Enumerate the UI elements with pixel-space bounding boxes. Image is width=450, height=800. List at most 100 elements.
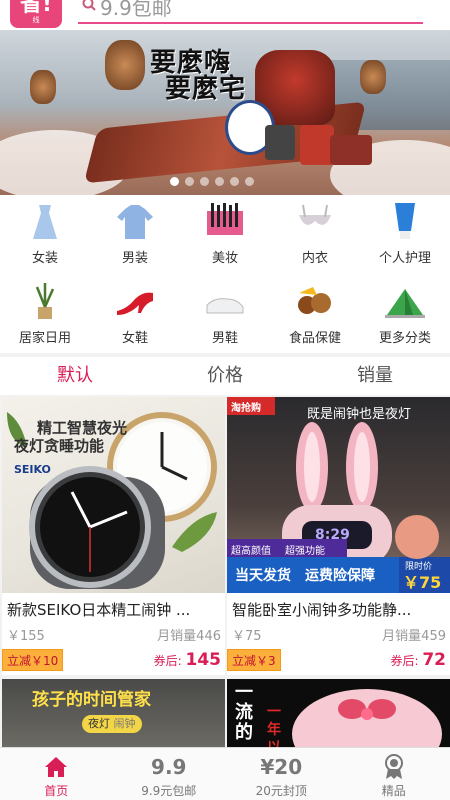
tag-label: 夜灯 闹钟 — [82, 715, 142, 733]
product-card[interactable]: 一 流 的 一年 以 — [227, 679, 450, 747]
category-item[interactable]: 男装 — [90, 195, 180, 273]
nav-twenty-yuan[interactable]: ¥20 20元封顶 — [225, 748, 338, 800]
plant-pot-icon — [35, 283, 55, 319]
nav-premium[interactable]: 精品 — [338, 748, 450, 800]
category-item[interactable]: 居家日用 — [0, 275, 90, 353]
category-item[interactable]: 女鞋 — [90, 275, 180, 353]
category-item[interactable]: 男鞋 — [180, 275, 270, 353]
sort-tabs: 默认 价格 销量 — [0, 357, 450, 395]
product-card[interactable]: 既是闹钟也是夜灯 淘抢购 8:29 超高颜值 超强功能 当天发货 运费险保障 限… — [227, 397, 450, 675]
category-item[interactable]: 个人护理 — [360, 195, 450, 273]
product-card[interactable]: 精工智慧夜光 夜灯贪睡功能 SEIKO 新款SEIKO日本精工闹钟 ... ￥1… — [2, 397, 225, 675]
nine-nine-icon: 9.9 — [151, 755, 187, 779]
carousel-dot[interactable] — [245, 177, 254, 186]
top-bar: 省! 线 9.9包邮 — [0, 0, 450, 30]
product-image[interactable]: 既是闹钟也是夜灯 淘抢购 8:29 超高颜值 超强功能 当天发货 运费险保障 限… — [227, 397, 450, 593]
category-item[interactable]: 食品保健 — [270, 275, 360, 353]
app-logo[interactable]: 省! 线 — [10, 0, 62, 28]
category-item[interactable]: 女装 — [0, 195, 90, 273]
nav-home[interactable]: 首页 — [0, 748, 113, 800]
category-item[interactable]: 美妆 — [180, 195, 270, 273]
tag-alarm: 闹钟 — [113, 717, 136, 730]
after-coupon-price: 券后: 72 — [390, 649, 446, 672]
high-heel-icon — [117, 292, 153, 315]
category-label: 个人护理 — [378, 251, 431, 266]
carousel-dot[interactable] — [215, 177, 224, 186]
product-name[interactable]: 智能卧室小闹钟多功能静... — [232, 599, 444, 620]
product-image[interactable]: 精工智慧夜光 夜灯贪睡功能 SEIKO — [2, 397, 225, 593]
category-grid: 女装 男装 美妆 内衣 个人护理居家日用 女鞋 男鞋 食品保健 更多分类 — [0, 195, 450, 353]
product-sales: 月销量446 — [157, 629, 221, 644]
category-item[interactable]: 更多分类 — [360, 275, 450, 353]
product-image-caption: 孩子的时间管家 — [32, 690, 151, 710]
feature-label: 超强功能 — [285, 546, 325, 557]
home-icon — [45, 757, 68, 777]
vacuum-image — [265, 125, 295, 160]
carousel-dot[interactable] — [185, 177, 194, 186]
product-price: ￥75 — [232, 629, 262, 644]
after-coupon-label: 券后: — [153, 654, 182, 668]
carousel-dot[interactable] — [170, 177, 179, 186]
category-label: 男装 — [121, 251, 148, 266]
product-image[interactable]: 一 流 的 一年 以 — [227, 679, 450, 747]
flash-sale-label: 淘抢购 — [231, 403, 261, 414]
after-coupon-price: 券后: 145 — [154, 649, 221, 672]
logo-subtext: 线 — [32, 16, 40, 24]
lantern-icon — [360, 60, 386, 94]
category-label: 居家日用 — [18, 331, 71, 346]
product-image-caption: 既是闹钟也是夜灯 — [307, 407, 412, 422]
after-coupon-value: 145 — [185, 650, 222, 670]
category-label: 食品保健 — [288, 331, 341, 346]
tent-icon — [385, 289, 425, 318]
insurance-label: 运费险保障 — [305, 568, 375, 584]
category-label: 美妆 — [211, 251, 238, 266]
category-label: 更多分类 — [378, 331, 431, 346]
bra-icon — [299, 204, 331, 225]
category-label: 女鞋 — [121, 331, 148, 346]
coupon-badge[interactable]: 立减￥3 — [227, 649, 281, 671]
logo-text: 省! — [19, 0, 53, 17]
cream-tube-icon — [395, 203, 415, 239]
nav-label: 首页 — [44, 784, 69, 798]
product-sales: 月销量459 — [382, 629, 446, 644]
product-name[interactable]: 新款SEIKO日本精工闹钟 ... — [7, 599, 219, 620]
tab-sales[interactable]: 销量 — [300, 357, 450, 395]
carousel-indicators — [170, 177, 254, 186]
after-coupon-value: 72 — [422, 650, 446, 670]
clock-display-time: 8:29 — [315, 527, 350, 543]
sneaker-icon — [206, 298, 244, 314]
lantern-icon — [30, 70, 56, 104]
nav-label: 精品 — [381, 784, 406, 798]
category-label: 内衣 — [301, 251, 328, 266]
product-image-caption: 夜灯贪睡功能 — [14, 437, 105, 455]
product-image[interactable]: 孩子的时间管家 夜灯 闹钟 — [2, 679, 225, 747]
dress-icon — [33, 205, 57, 239]
coupon-badge[interactable]: 立减￥10 — [2, 649, 64, 671]
after-coupon-label: 券后: — [390, 654, 419, 668]
shipping-label: 当天发货 — [235, 568, 291, 584]
tab-price[interactable]: 价格 — [150, 357, 300, 395]
nav-nine-nine[interactable]: 9.9 9.9元包邮 — [113, 748, 226, 800]
nav-label: 20元封顶 — [255, 784, 307, 798]
promo-banner[interactable]: 要麼嗨 要麼宅 — [0, 30, 450, 195]
oven-image — [330, 135, 372, 165]
feature-label: 超高颜值 — [231, 546, 271, 557]
pink-bunny-clock-illustration — [292, 689, 442, 747]
search-icon — [82, 0, 96, 11]
banner-title-2: 要麼宅 — [165, 74, 247, 104]
category-item[interactable]: 内衣 — [270, 195, 360, 273]
nuts-icon — [298, 287, 331, 314]
carousel-dot[interactable] — [230, 177, 239, 186]
bottom-nav: 首页 9.9 9.9元包邮 ¥20 20元封顶 精品 — [0, 747, 450, 800]
product-price: ￥155 — [7, 629, 45, 644]
brand-label: SEIKO — [14, 463, 51, 476]
makeup-brushes-icon — [207, 203, 243, 235]
product-grid: 精工智慧夜光 夜灯贪睡功能 SEIKO 新款SEIKO日本精工闹钟 ... ￥1… — [0, 397, 450, 747]
product-card[interactable]: 孩子的时间管家 夜灯 闹钟 — [2, 679, 225, 747]
character-image — [105, 40, 145, 90]
category-label: 女装 — [31, 251, 58, 266]
tab-default[interactable]: 默认 — [0, 357, 150, 395]
search-input[interactable]: 9.9包邮 — [78, 0, 423, 24]
carousel-dot[interactable] — [200, 177, 209, 186]
search-placeholder: 9.9包邮 — [100, 0, 172, 20]
